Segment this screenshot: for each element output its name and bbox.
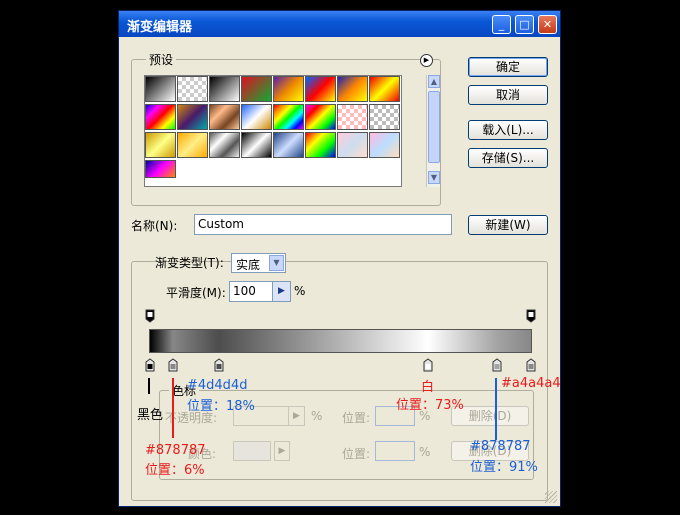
preset-swatch[interactable] (177, 104, 208, 130)
annotation-c2-position: 位置：18% (187, 399, 255, 414)
preset-swatch[interactable] (209, 76, 240, 102)
annotation-white-position: 位置：73% (396, 398, 464, 413)
preset-swatch[interactable] (369, 104, 400, 130)
annotation-c1: #878787 (145, 443, 206, 458)
annotation-c5: #878787 (470, 439, 531, 454)
annotation-c1-position: 位置：6% (145, 463, 205, 478)
chevron-down-icon[interactable]: ▼ (269, 255, 284, 271)
preset-swatch[interactable] (305, 76, 336, 102)
preset-swatch[interactable] (369, 132, 400, 158)
preset-swatch[interactable] (337, 132, 368, 158)
annotation-line-black (148, 378, 150, 394)
preset-swatch[interactable] (273, 104, 304, 130)
preset-swatch[interactable] (305, 132, 336, 158)
preset-swatch[interactable] (337, 104, 368, 130)
opacity-stop-left[interactable] (145, 309, 155, 323)
preset-swatch[interactable] (145, 132, 176, 158)
preset-swatch[interactable] (241, 104, 272, 130)
preset-swatch[interactable] (145, 76, 176, 102)
save-button[interactable]: 存储(S)... (468, 148, 548, 168)
scroll-up-icon[interactable]: ▲ (428, 75, 440, 88)
preset-scrollbar[interactable]: ▲ ▼ (426, 75, 440, 187)
opacity-stop-right[interactable] (526, 309, 536, 323)
new-button[interactable]: 新建(W) (468, 215, 548, 235)
presets-label: 预设 (146, 51, 177, 68)
gradient-bar[interactable] (149, 329, 532, 353)
preset-swatch-grid (144, 75, 402, 187)
minimize-button[interactable]: _ (492, 15, 511, 34)
annotation-line-c5 (495, 378, 497, 440)
load-button[interactable]: 载入(L)... (468, 120, 548, 140)
preset-swatch[interactable] (241, 76, 272, 102)
chevron-right-icon[interactable]: ▶ (272, 282, 290, 301)
ok-button[interactable]: 确定 (468, 57, 548, 77)
annotation-line-c1 (172, 378, 174, 438)
preset-swatch[interactable] (209, 132, 240, 158)
preset-swatch[interactable] (273, 132, 304, 158)
maximize-button[interactable]: □ (515, 15, 534, 34)
opacity-unit: % (311, 409, 323, 423)
preset-swatch[interactable] (209, 104, 240, 130)
annotation-c4: #a4a4a4 (501, 376, 561, 391)
smoothness-value: 100 (233, 284, 256, 298)
color-location-label: 位置: (342, 447, 371, 461)
scroll-thumb[interactable] (428, 91, 440, 163)
scroll-down-icon[interactable]: ▼ (428, 171, 440, 184)
preset-swatch[interactable] (177, 76, 208, 102)
preset-swatch[interactable] (369, 76, 400, 102)
annotation-c5-position: 位置：91% (470, 460, 538, 475)
color-location-unit: % (419, 445, 431, 459)
preset-swatch[interactable] (145, 160, 176, 178)
preset-swatch[interactable] (241, 132, 272, 158)
gradient-type-label: 渐变类型(T): (155, 256, 224, 270)
color-stop-white[interactable] (423, 358, 433, 372)
gradient-type-select[interactable]: 实底 ▼ (231, 253, 286, 273)
preset-swatch[interactable] (177, 132, 208, 158)
window-title: 渐变编辑器 (127, 20, 193, 35)
name-input[interactable]: Custom (194, 214, 452, 235)
cancel-button[interactable]: 取消 (468, 85, 548, 105)
color-stop-878787-end[interactable] (526, 358, 536, 372)
close-button[interactable]: ✕ (538, 15, 557, 34)
preset-menu-icon[interactable]: ▶ (420, 54, 433, 67)
annotation-black: 黑色 (137, 408, 164, 423)
annotation-white: 白 (421, 380, 435, 395)
opacity-location-label: 位置: (342, 411, 371, 425)
preset-swatch[interactable] (273, 76, 304, 102)
smoothness-label: 平滑度(M): (166, 286, 226, 300)
color-stop-4d4d4d[interactable] (214, 358, 224, 372)
preset-swatch[interactable] (305, 104, 336, 130)
chevron-right-icon[interactable]: ▶ (288, 407, 304, 425)
color-swatch[interactable] (233, 441, 271, 461)
annotation-c2: #4d4d4d (187, 378, 248, 393)
preset-swatch[interactable] (337, 76, 368, 102)
smoothness-unit: % (294, 284, 306, 298)
color-location-input[interactable] (375, 441, 415, 461)
resize-grip-icon[interactable] (545, 491, 557, 503)
color-menu-icon[interactable]: ▶ (274, 441, 290, 461)
smoothness-input[interactable]: 100 ▶ (229, 281, 291, 302)
preset-swatch[interactable] (145, 104, 176, 130)
color-stop-878787[interactable] (168, 358, 178, 372)
gradient-type-value: 实底 (236, 258, 261, 272)
name-label: 名称(N): (131, 219, 178, 233)
color-stop-black[interactable] (145, 358, 155, 372)
title-bar[interactable]: 渐变编辑器 _ □ ✕ (119, 11, 560, 37)
presets-group: 预设 ▶ ▲ ▼ (131, 51, 441, 206)
color-stop-a4a4a4[interactable] (492, 358, 502, 372)
